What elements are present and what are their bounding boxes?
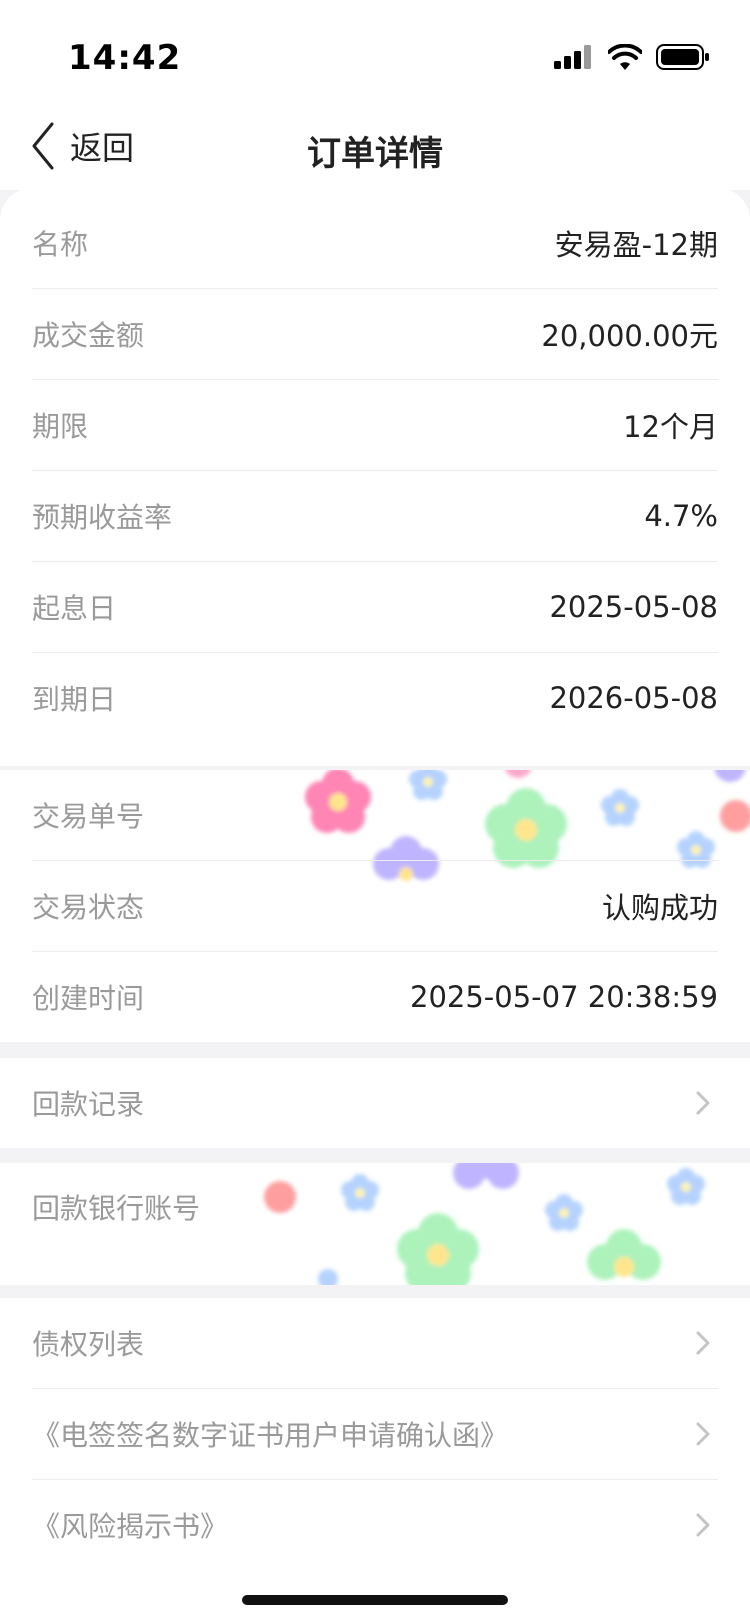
repayment-record-row[interactable]: 回款记录 bbox=[32, 1058, 718, 1148]
row-label: 名称 bbox=[32, 228, 89, 261]
document-row-claims-list[interactable]: 债权列表 bbox=[32, 1298, 718, 1389]
info-row-end-date: 到期日 2026-05-08 bbox=[32, 653, 718, 743]
row-value: 4.7% bbox=[644, 499, 718, 533]
status-icons bbox=[554, 42, 710, 72]
signal-icon bbox=[554, 45, 591, 69]
battery-icon bbox=[656, 44, 709, 70]
row-label: 到期日 bbox=[32, 683, 117, 716]
page-title: 订单详情 bbox=[307, 134, 443, 174]
chevron-right-icon bbox=[688, 1088, 718, 1118]
status-bar: 14:42 bbox=[0, 0, 750, 110]
document-row-risk-disclosure[interactable]: 《风险揭示书》 bbox=[32, 1480, 718, 1570]
home-indicator[interactable] bbox=[242, 1595, 508, 1605]
row-label: 起息日 bbox=[32, 592, 117, 625]
info-row-term: 期限 12个月 bbox=[32, 380, 718, 471]
info-row-amount: 成交金额 20,000.00元 bbox=[32, 289, 718, 380]
row-label: 《风险揭示书》 bbox=[32, 1510, 229, 1543]
row-label: 预期收益率 bbox=[32, 501, 173, 534]
row-value: 2026-05-08 bbox=[549, 681, 718, 715]
row-label: 交易单号 bbox=[32, 800, 145, 833]
row-label: 交易状态 bbox=[32, 891, 145, 924]
status-time: 14:42 bbox=[68, 38, 182, 78]
document-row-certificate-confirmation[interactable]: 《电签签名数字证书用户申请确认函》 bbox=[32, 1389, 718, 1480]
info-row-rate: 预期收益率 4.7% bbox=[32, 471, 718, 562]
info-row-name: 名称 安易盈-12期 bbox=[32, 198, 718, 289]
row-label: 债权列表 bbox=[32, 1328, 145, 1361]
row-value: 认购成功 bbox=[601, 891, 718, 925]
repayment-record-card[interactable]: 回款记录 bbox=[0, 1058, 750, 1148]
chevron-right-icon bbox=[688, 1419, 718, 1449]
documents-card: 债权列表 《电签签名数字证书用户申请确认函》 《风险揭示书》 bbox=[0, 1298, 750, 1624]
row-label: 期限 bbox=[32, 410, 89, 443]
trade-row-order-number: 交易单号 bbox=[32, 770, 718, 861]
row-value: 12个月 bbox=[623, 410, 718, 444]
bank-account-row: 回款银行账号 bbox=[32, 1163, 718, 1251]
bank-account-card: 回款银行账号 bbox=[0, 1163, 750, 1285]
row-label: 回款记录 bbox=[32, 1088, 145, 1121]
chevron-right-icon bbox=[688, 1510, 718, 1540]
row-value: 2025-05-07 20:38:59 bbox=[410, 980, 718, 1014]
row-label: 创建时间 bbox=[32, 982, 145, 1015]
nav-bar: 返回 订单详情 bbox=[0, 110, 750, 190]
row-label: 《电签签名数字证书用户申请确认函》 bbox=[32, 1419, 509, 1452]
chevron-right-icon bbox=[688, 1328, 718, 1358]
row-value: 2025-05-08 bbox=[549, 590, 718, 624]
row-label: 成交金额 bbox=[32, 319, 145, 352]
row-label: 回款银行账号 bbox=[32, 1192, 201, 1225]
product-info-card: 名称 安易盈-12期 成交金额 20,000.00元 期限 12个月 预期收益率… bbox=[0, 188, 750, 766]
info-row-start-date: 起息日 2025-05-08 bbox=[32, 562, 718, 653]
row-value: 安易盈-12期 bbox=[554, 228, 718, 262]
trade-row-status: 交易状态 认购成功 bbox=[32, 861, 718, 952]
trade-info-card: 交易单号 交易状态 认购成功 创建时间 2025-05-07 20:38:59 bbox=[0, 770, 750, 1042]
row-value: 20,000.00元 bbox=[541, 319, 718, 353]
wifi-icon bbox=[608, 44, 642, 70]
trade-row-created-time: 创建时间 2025-05-07 20:38:59 bbox=[32, 952, 718, 1042]
